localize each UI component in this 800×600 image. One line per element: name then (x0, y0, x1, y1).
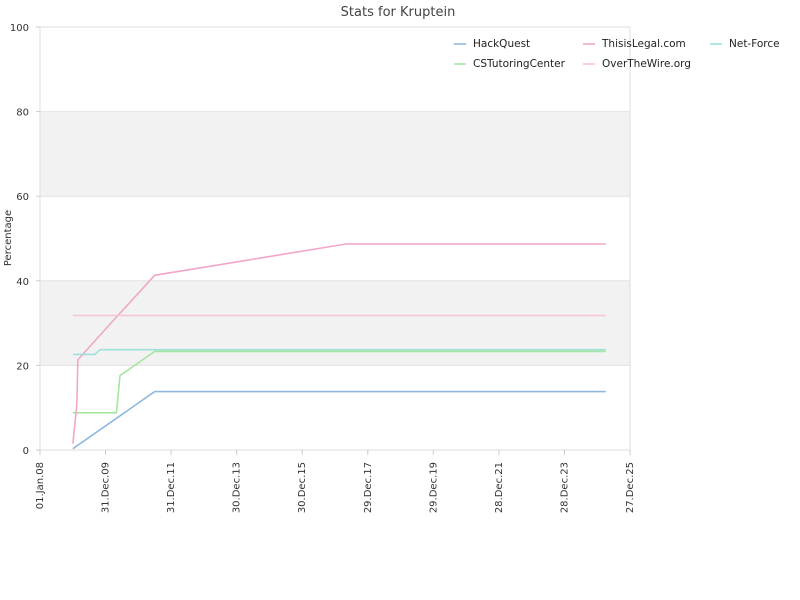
grid-band (40, 280, 630, 366)
legend-label: HackQuest (473, 38, 530, 50)
y-tick-label: 40 (16, 277, 29, 288)
y-axis-ticks: 0 20 40 60 80 100 (10, 23, 40, 457)
grid-lines (40, 26, 630, 451)
legend: HackQuest CSTutoringCenter ThisisLegal.com… (454, 38, 780, 70)
x-tick-label: 28.Dec.23 (559, 462, 570, 513)
y-tick-label: 80 (16, 108, 29, 119)
x-tick-label: 31.Dec.11 (166, 462, 177, 513)
legend-label: OverTheWire.org (602, 58, 691, 70)
legend-label: Net-Force (729, 38, 780, 50)
legend-label: CSTutoringCenter (473, 58, 566, 70)
y-tick-label: 60 (16, 192, 29, 203)
y-tick-label: 20 (16, 361, 29, 372)
x-tick-label: 28.Dec.21 (494, 462, 505, 513)
plot-frame (39, 26, 631, 451)
x-axis-ticks: 01.Jan.08 31.Dec.09 31.Dec.11 30.Dec.13 30.D… (35, 450, 636, 513)
y-tick-label: 0 (23, 446, 29, 457)
chart-canvas: 0 20 40 60 80 100 01.Jan.08 31.Dec.09 31.Dec.11… (3, 5, 780, 513)
y-tick-label: 100 (10, 23, 29, 34)
x-tick-label: 29.Dec.19 (428, 462, 439, 513)
x-tick-label: 29.Dec.17 (363, 462, 374, 513)
x-tick-label: 30.Dec.13 (232, 462, 243, 513)
x-tick-label: 30.Dec.15 (297, 462, 308, 513)
x-tick-label: 01.Jan.08 (35, 462, 46, 509)
grid-band (40, 111, 630, 197)
grid-bands (40, 111, 630, 366)
y-axis-label: Percentage (3, 210, 14, 266)
series-line (72, 390, 606, 450)
x-tick-label: 27.Dec.25 (625, 462, 636, 513)
x-tick-label: 31.Dec.09 (101, 462, 112, 513)
chart-title: Stats for Kruptein (341, 5, 456, 20)
legend-label: ThisisLegal.com (601, 38, 686, 50)
